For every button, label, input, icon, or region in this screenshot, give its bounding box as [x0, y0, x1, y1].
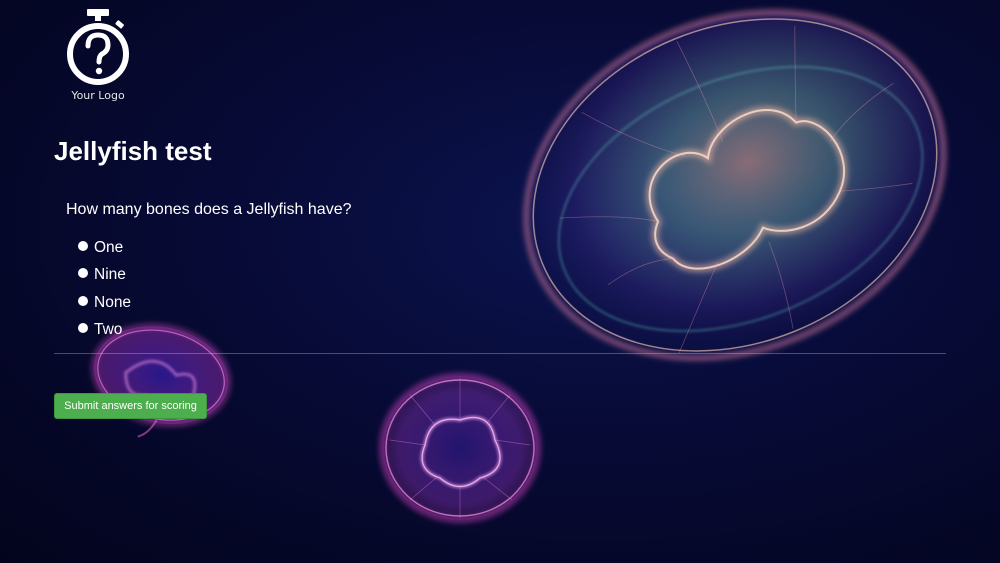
answer-option-one[interactable]: One: [78, 234, 131, 262]
divider: [54, 353, 946, 354]
logo: Your Logo: [62, 8, 134, 102]
logo-text: Your Logo: [71, 89, 125, 102]
jellyfish-background-image: [91, 9, 947, 523]
radio-button[interactable]: [78, 268, 88, 279]
answer-option-none[interactable]: None: [78, 289, 131, 317]
answer-option-nine[interactable]: Nine: [78, 262, 131, 290]
radio-button[interactable]: [78, 323, 88, 334]
answer-option-two[interactable]: Two: [78, 317, 131, 345]
answer-option-label: Two: [94, 321, 123, 339]
radio-button[interactable]: [78, 295, 88, 306]
answer-options: One Nine None Two: [78, 234, 131, 344]
answer-option-label: Nine: [94, 266, 126, 284]
answer-option-label: None: [94, 293, 132, 311]
stopwatch-question-icon: [67, 9, 129, 85]
page-title: Jellyfish test: [54, 136, 212, 166]
question-text: How many bones does a Jellyfish have?: [66, 201, 352, 218]
radio-button[interactable]: [78, 240, 88, 251]
submit-answers-button[interactable]: Submit answers for scoring: [54, 393, 207, 419]
answer-option-label: One: [94, 238, 124, 256]
